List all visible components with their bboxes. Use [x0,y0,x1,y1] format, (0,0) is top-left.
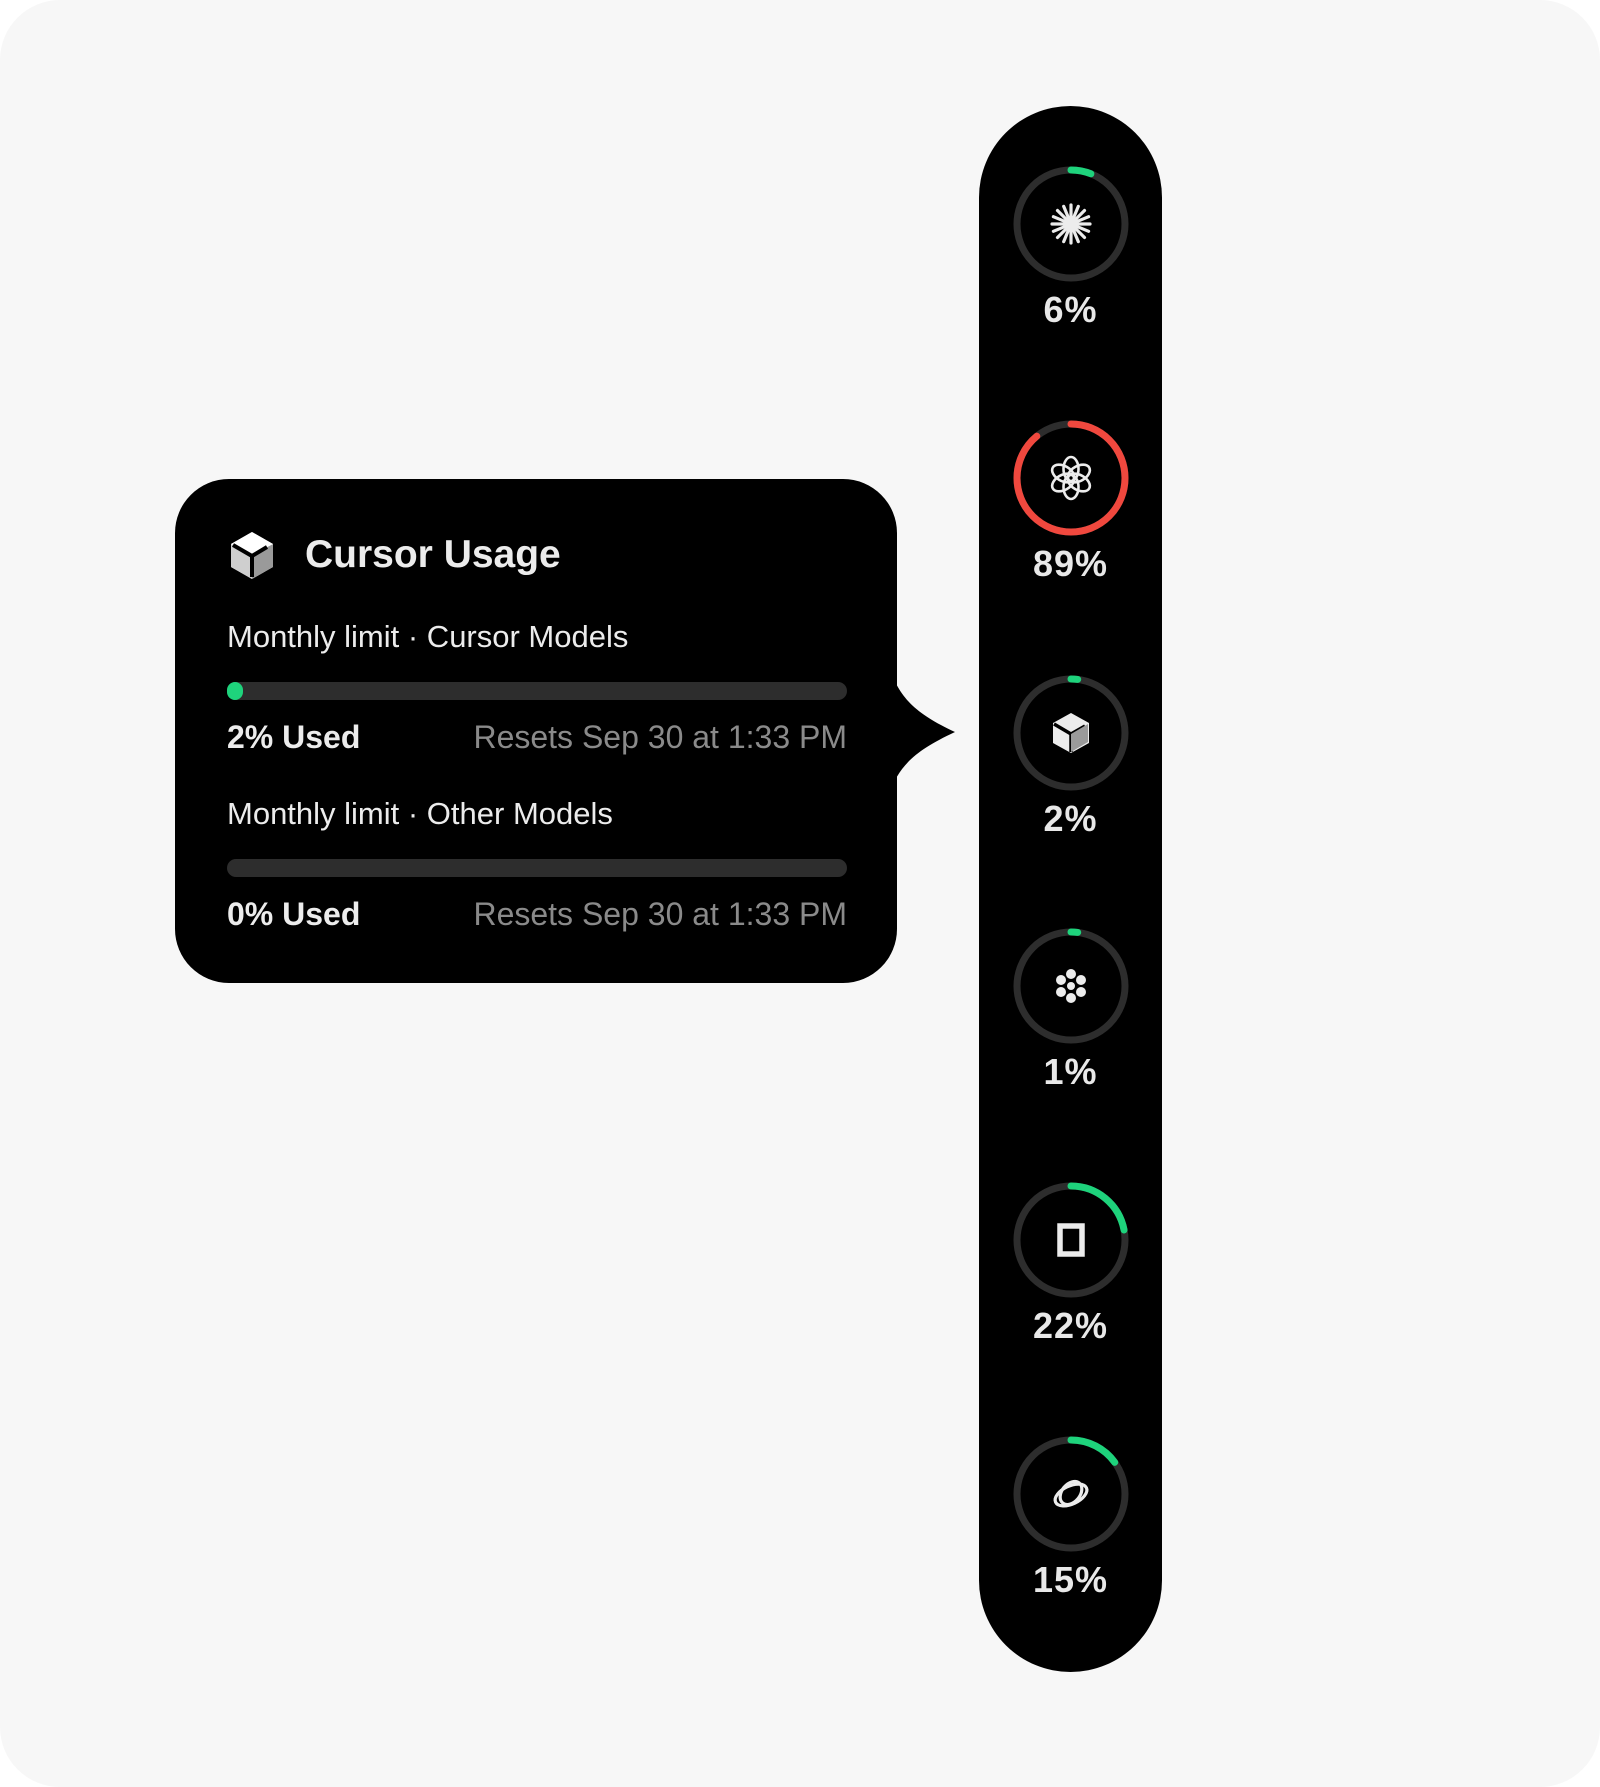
provider-meter-openai[interactable]: 89% [979,418,1162,618]
usage-percent: 6% [1043,289,1098,330]
claude-sparkle-icon [1050,203,1092,245]
usage-percent: 15% [1032,1559,1109,1600]
square-frame-icon [1057,1223,1085,1257]
provider-meter-orbit[interactable]: 15% [979,1434,1162,1634]
usage-reset-text: Resets Sep 30 at 1:33 PM [473,719,847,755]
popover-title: Cursor Usage [305,533,561,576]
provider-usage-sidebar: 6% 89% 2% 1% 22% 15% [979,106,1162,1672]
usage-progress-fill [227,682,244,700]
usage-percent: 89% [1032,543,1109,584]
limit-cursor-models: Monthly limit · Cursor Models 2% Used Re… [227,619,847,755]
usage-percent: 2% [1043,798,1098,839]
usage-popover: Cursor Usage Monthly limit · Cursor Mode… [175,479,897,983]
limit-label: Monthly limit · Other Models [227,796,613,831]
provider-meter-square[interactable]: 22% [979,1180,1162,1380]
provider-meter-claude[interactable]: 6% [979,164,1162,364]
usage-reset-text: Resets Sep 30 at 1:33 PM [473,896,847,932]
orbit-rings-icon [1053,1479,1089,1508]
limit-label: Monthly limit · Cursor Models [227,619,629,654]
usage-progress-track [227,682,847,700]
provider-meter-flower[interactable]: 1% [979,926,1162,1126]
usage-percent: 22% [1032,1305,1109,1346]
usage-progress-track [227,859,847,877]
usage-percent: 1% [1043,1051,1098,1092]
cursor-cube-icon [231,532,273,579]
provider-meter-cursor[interactable]: 2% [979,673,1162,873]
flower-dots-icon [1056,969,1086,1003]
background-canvas: Cursor Usage Monthly limit · Cursor Mode… [0,0,1600,1787]
openai-knot-icon [1050,455,1092,501]
limit-other-models: Monthly limit · Other Models 0% Used Res… [227,796,847,932]
usage-used-text: 0% Used [227,896,361,932]
cursor-cube-icon [1053,713,1089,753]
usage-used-text: 2% Used [227,719,361,755]
popover-header: Cursor Usage [227,529,561,581]
popover-tail [887,660,955,800]
